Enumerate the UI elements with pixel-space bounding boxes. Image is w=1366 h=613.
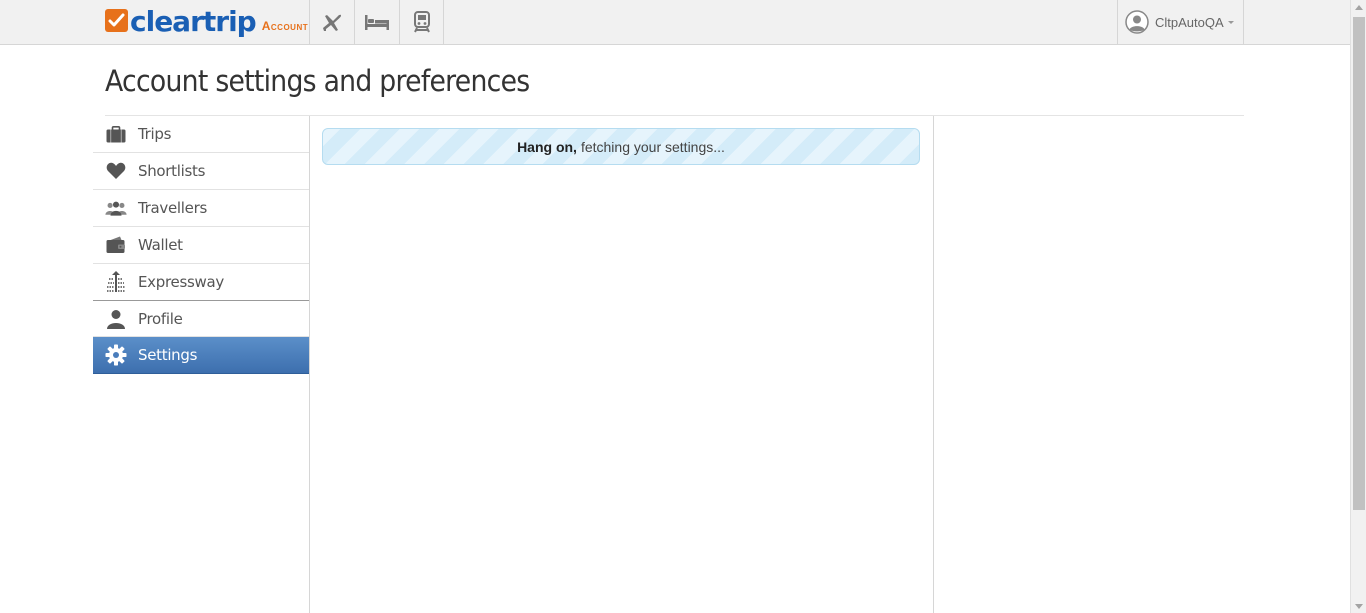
briefcase-icon [105, 123, 127, 145]
sidebar-item-label: Profile [138, 309, 183, 328]
sidebar-item-label: Wallet [138, 236, 183, 254]
avatar-icon [1125, 10, 1149, 34]
loading-message-bold: Hang on, [517, 138, 577, 155]
sidebar-item-wallet[interactable]: Wallet [93, 227, 310, 264]
loading-message: Hang on, fetching your settings... [322, 128, 920, 165]
sidebar-item-travellers[interactable]: Travellers [93, 190, 310, 227]
sidebar-item-trips[interactable]: Trips [93, 116, 310, 153]
person-icon [105, 308, 127, 330]
settings-content: Hang on, fetching your settings... [309, 116, 934, 613]
sidebar-item-profile[interactable]: Profile [93, 300, 310, 337]
sidebar-item-label: Expressway [138, 273, 224, 291]
page-scrollbar[interactable] [1350, 0, 1366, 613]
scroll-down-icon[interactable] [1355, 604, 1363, 609]
loading-message-text: fetching your settings... [580, 138, 725, 155]
brand-subtitle: Account [261, 19, 309, 33]
scroll-thumb[interactable] [1353, 17, 1365, 510]
top-bar: cleartrip Account CltpAutoQA [0, 0, 1350, 45]
account-sidebar: Trips Shortlists Travellers Wallet Expre… [93, 116, 310, 374]
sidebar-item-label: Shortlists [138, 162, 206, 180]
scroll-up-icon[interactable] [1355, 5, 1363, 10]
bed-icon[interactable] [354, 0, 399, 44]
train-icon[interactable] [399, 0, 444, 44]
heart-icon [105, 160, 127, 182]
expressway-icon [105, 271, 127, 293]
airplane-icon[interactable] [309, 0, 354, 44]
gear-icon [105, 344, 127, 366]
sidebar-item-expressway[interactable]: Expressway [93, 264, 310, 301]
product-nav [309, 0, 444, 44]
cleartrip-logo[interactable]: cleartrip Account [105, 6, 308, 38]
sidebar-item-label: Travellers [138, 199, 207, 217]
chevron-down-icon [1227, 20, 1234, 24]
people-icon [105, 197, 127, 219]
page-title: Account settings and preferences [105, 64, 530, 98]
sidebar-item-settings[interactable]: Settings [93, 337, 310, 374]
sidebar-item-label: Settings [138, 346, 198, 364]
brand-name: cleartrip [130, 5, 257, 38]
sidebar-item-label: Trips [138, 125, 172, 143]
checkmark-icon [105, 9, 128, 32]
sidebar-item-shortlists[interactable]: Shortlists [93, 153, 310, 190]
user-menu[interactable]: CltpAutoQA [1117, 0, 1244, 44]
user-name: CltpAutoQA [1155, 14, 1224, 30]
wallet-icon [105, 234, 127, 256]
